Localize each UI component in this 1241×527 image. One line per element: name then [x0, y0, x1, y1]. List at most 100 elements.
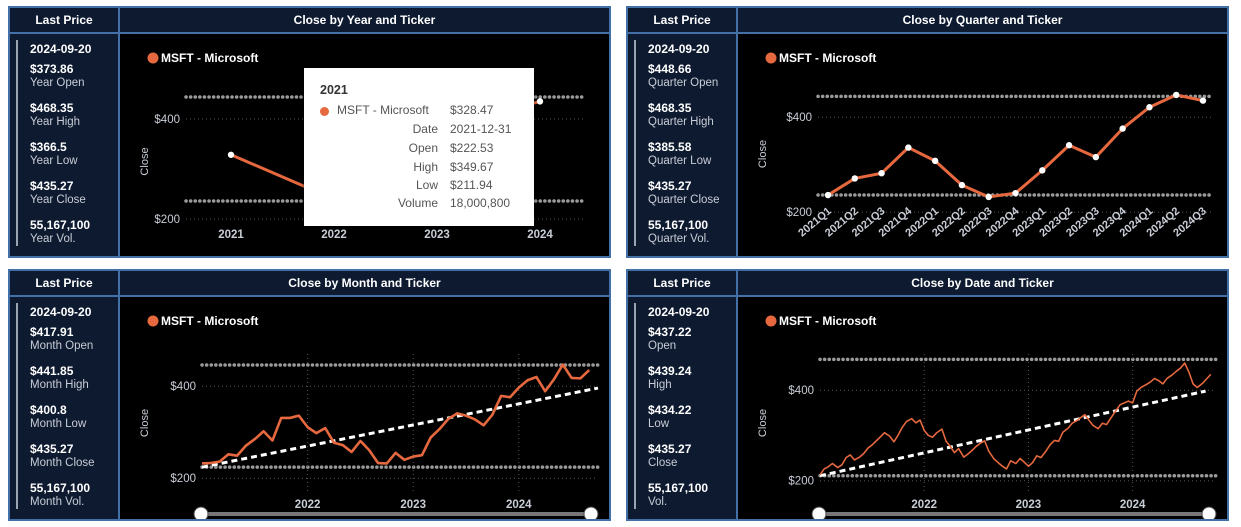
- stat-label: High: [648, 379, 672, 391]
- y-axis-title: Close: [139, 147, 151, 175]
- data-point: [824, 191, 832, 199]
- chart-title: Close by Date and Ticker: [738, 271, 1227, 297]
- data-point: [1146, 104, 1153, 111]
- x-tick-label: 2022: [321, 229, 347, 241]
- tooltip-row: Volume 18,000,800: [304, 196, 534, 214]
- stat-label: Quarter Close: [648, 194, 720, 206]
- x-tick-label: 2022: [295, 499, 321, 511]
- stat-value: 55,167,100: [30, 481, 91, 495]
- chart-area[interactable]: MSFT - Microsoft Close $400 $200 2022 2023 202…: [738, 297, 1227, 519]
- y-tick-label: $400: [170, 381, 196, 393]
- line-chart[interactable]: MSFT - Microsoft Close $400 $200 2022 2023 202…: [120, 297, 609, 519]
- tooltip-key: Date: [412, 122, 438, 136]
- stat-date: 2024-09-20: [648, 42, 710, 56]
- y-tick-label: $200: [788, 476, 814, 488]
- data-point: [1039, 167, 1046, 174]
- stat-label: Quarter High: [648, 116, 714, 128]
- x-tick-label: 2022: [911, 499, 937, 511]
- range-slider-end-handle[interactable]: [1201, 506, 1217, 519]
- data-point: [851, 175, 858, 182]
- data-point: [878, 170, 885, 177]
- stat-value: 55,167,100: [30, 218, 91, 232]
- tooltip-series-value: $328.47: [450, 103, 494, 117]
- data-point: [958, 181, 966, 189]
- stat-value: $435.27: [30, 179, 74, 193]
- stat-label: Month Open: [30, 340, 94, 352]
- line-chart[interactable]: MSFT - Microsoft Close $400 $200 2022 2023 202…: [738, 297, 1227, 519]
- stat-label: Month Low: [30, 418, 87, 430]
- legend-marker-icon: [765, 315, 777, 327]
- y-tick-label: $400: [788, 385, 814, 397]
- last-price-header: Last Price: [628, 8, 738, 34]
- y-tick-label: $400: [786, 112, 812, 124]
- stats-accent-bar: [16, 40, 18, 246]
- x-tick-label: 2021: [218, 229, 244, 241]
- last-price-header: Last Price: [10, 271, 120, 297]
- data-point: [227, 151, 235, 158]
- tooltip-value: $211.94: [450, 178, 493, 192]
- stat-value: 55,167,100: [648, 218, 709, 232]
- data-point: [1065, 142, 1073, 149]
- stats-accent-bar: [16, 303, 18, 509]
- stat-value: $435.27: [648, 179, 692, 193]
- tooltip-row: Open $222.53: [304, 141, 534, 159]
- stat-label: Year High: [30, 116, 81, 128]
- stat-value: $435.27: [648, 442, 692, 456]
- tooltip-row: High $349.67: [304, 160, 534, 178]
- stat-value: $441.85: [30, 364, 74, 378]
- tooltip-series-name: MSFT - Microsoft: [337, 103, 429, 117]
- stat-label: Year Close: [30, 194, 86, 206]
- data-point: [1199, 97, 1207, 104]
- legend-marker-icon: [765, 52, 777, 64]
- stats-card: 2024-09-20 $448.66 Quarter Open $468.35 …: [628, 34, 738, 256]
- data-point: [1092, 153, 1100, 161]
- x-tick-label: 2023: [400, 499, 426, 511]
- tooltip-row: Date 2021-12-31: [304, 122, 534, 140]
- stats-card: 2024-09-20 $417.91 Month Open $441.85 Mo…: [10, 297, 120, 519]
- stat-date: 2024-09-20: [648, 305, 710, 319]
- panel-quarter: Last Price Close by Quarter and Ticker 2…: [626, 6, 1229, 258]
- series-line: [819, 362, 1212, 476]
- legend-marker-icon: [147, 315, 159, 327]
- stat-value: $373.86: [30, 62, 74, 76]
- x-tick-label: 2023: [424, 229, 450, 241]
- range-slider-start-handle[interactable]: [811, 506, 827, 519]
- stat-date: 2024-09-20: [30, 42, 92, 56]
- chart-area[interactable]: MSFT - Microsoft Close $400 $200 2021Q1 2021Q…: [738, 34, 1227, 256]
- x-tick-label: 2024: [527, 229, 553, 241]
- data-point: [1012, 189, 1019, 197]
- range-slider-start-handle[interactable]: [193, 506, 209, 519]
- stats-card: 2024-09-20 $373.86 Year Open $468.35 Yea…: [10, 34, 120, 256]
- tooltip-key: High: [413, 160, 438, 174]
- stat-date: 2024-09-20: [30, 305, 92, 319]
- chart-area[interactable]: MSFT - Microsoft Close $400 $200 2022 2023 202…: [120, 297, 609, 519]
- stat-label: Year Open: [30, 77, 85, 89]
- stat-value: $385.58: [648, 140, 692, 154]
- series-color-icon: [320, 107, 329, 116]
- stats-card: 2024-09-20 $437.22 Open $439.24 High $43…: [628, 297, 738, 519]
- stat-label: Vol.: [648, 496, 668, 508]
- stat-value: $435.27: [30, 442, 74, 456]
- trend-line: [819, 389, 1206, 478]
- stat-label: Quarter Low: [648, 155, 712, 167]
- stat-label: Year Vol.: [30, 233, 76, 245]
- stat-value: $468.35: [648, 101, 692, 115]
- chart-title: Close by Year and Ticker: [120, 8, 609, 34]
- y-tick-label: $400: [154, 114, 180, 126]
- tooltip-key: Open: [408, 141, 438, 155]
- range-slider-end-handle[interactable]: [583, 506, 599, 519]
- y-axis-title: Close: [757, 140, 769, 168]
- y-tick-label: $200: [154, 214, 180, 226]
- y-tick-label: $200: [170, 473, 196, 485]
- stat-value: $400.8: [30, 403, 67, 417]
- x-tick-label: 2023: [1016, 499, 1042, 511]
- stats-accent-bar: [634, 40, 636, 246]
- data-point: [985, 193, 992, 201]
- y-tick-label: $200: [786, 207, 812, 219]
- stat-value: $366.5: [30, 140, 67, 154]
- stat-label: Low: [648, 418, 670, 430]
- stat-value: $468.35: [30, 101, 74, 115]
- last-price-header: Last Price: [628, 271, 738, 297]
- x-tick-label: 2024: [1120, 499, 1146, 511]
- line-chart[interactable]: MSFT - MicrosoftClose$400$2002021Q12021Q…: [738, 34, 1227, 256]
